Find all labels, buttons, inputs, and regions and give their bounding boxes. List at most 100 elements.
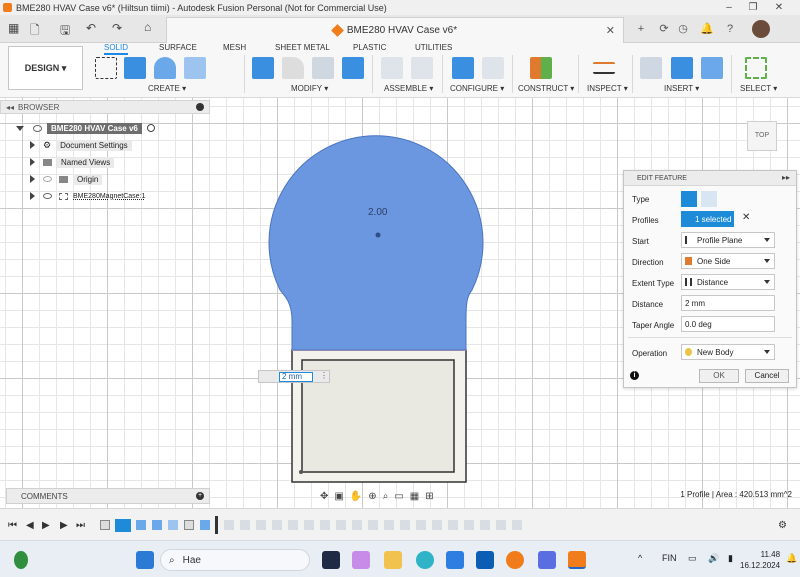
edge-icon[interactable]: [416, 551, 434, 569]
timeline-settings-icon[interactable]: ⚙: [778, 520, 787, 531]
configure-icon[interactable]: [452, 57, 474, 79]
file-menu-icon[interactable]: 🗋: [30, 21, 40, 42]
timeline-extrude-icon[interactable]: [136, 520, 146, 530]
pan-icon[interactable]: ✋: [350, 491, 362, 502]
info-icon[interactable]: i: [630, 371, 639, 380]
expand-chevron-icon[interactable]: [30, 141, 35, 149]
first-step-icon[interactable]: ⏮: [8, 520, 17, 531]
browser-item-named-views[interactable]: Named Views: [30, 155, 115, 169]
visibility-eye-icon[interactable]: [33, 124, 42, 132]
new-tab-icon[interactable]: +: [634, 22, 648, 36]
home-icon[interactable]: ⌂: [144, 20, 151, 34]
taskbar-search[interactable]: ⌕ Hae: [160, 549, 310, 571]
previous-step-icon[interactable]: ◀: [26, 520, 34, 531]
type-thin-icon[interactable]: [701, 191, 717, 207]
browser-item-origin[interactable]: Origin: [30, 172, 103, 186]
play-icon[interactable]: ▶: [42, 520, 50, 531]
outlook-icon[interactable]: [476, 551, 494, 569]
select-icon[interactable]: [745, 57, 767, 79]
joint-icon[interactable]: [411, 57, 433, 79]
clock[interactable]: 11.48 16.12.2024: [740, 549, 780, 571]
sketch-dimension[interactable]: 2.00: [368, 207, 387, 218]
profiles-selection[interactable]: 1 selected: [681, 211, 734, 227]
shell-icon[interactable]: [312, 57, 334, 79]
copilot-icon[interactable]: [352, 551, 370, 569]
expand-chevron-icon[interactable]: [30, 158, 35, 166]
modify-menu[interactable]: MODIFY ▾: [291, 84, 328, 93]
new-component-icon[interactable]: [381, 57, 403, 79]
press-pull-icon[interactable]: [252, 57, 274, 79]
taper-angle-field[interactable]: 0.0 deg: [681, 316, 775, 332]
timeline-extrude-icon[interactable]: [200, 520, 210, 530]
zoom-icon[interactable]: ⊕: [368, 491, 376, 502]
browser-header[interactable]: ◂◂ BROWSER: [0, 100, 210, 114]
inspect-menu[interactable]: INSPECT ▾: [587, 84, 628, 93]
tab-utilities[interactable]: UTILITIES: [415, 43, 452, 52]
visibility-eye-icon[interactable]: [43, 176, 52, 182]
timeline-extrude-icon[interactable]: [152, 520, 162, 530]
combine-icon[interactable]: [342, 57, 364, 79]
tab-surface[interactable]: SURFACE: [159, 43, 197, 52]
construct-menu[interactable]: CONSTRUCT ▾: [518, 84, 574, 93]
insert-derive-icon[interactable]: [640, 57, 662, 79]
offset-plane-icon[interactable]: [530, 57, 552, 79]
viewcube[interactable]: TOP: [747, 121, 777, 151]
tab-solid[interactable]: SOLID: [104, 43, 129, 55]
direction-dropdown[interactable]: One Side: [681, 253, 775, 269]
browser-item-document-settings[interactable]: ⚙ Document Settings: [30, 138, 132, 152]
document-tab[interactable]: BME280 HVAV Case v6* ✕: [166, 17, 624, 43]
assemble-menu[interactable]: ASSEMBLE ▾: [384, 84, 433, 93]
tray-overflow-icon[interactable]: ^: [638, 553, 642, 563]
select-menu[interactable]: SELECT ▾: [740, 84, 777, 93]
expand-chevron-icon[interactable]: [16, 125, 24, 131]
visibility-eye-icon[interactable]: [43, 193, 52, 199]
config-table-icon[interactable]: [482, 57, 504, 79]
tab-mesh[interactable]: MESH: [223, 43, 246, 52]
distance-manipulator[interactable]: 2 mm ⋮: [258, 370, 330, 383]
browser-item-component[interactable]: BME280MagnetCase:1: [30, 189, 145, 203]
ok-button[interactable]: OK: [699, 369, 739, 383]
display-settings-icon[interactable]: ▭: [394, 491, 403, 502]
expand-dialog-icon[interactable]: ▸▸: [782, 173, 790, 182]
insert-mcmaster-icon[interactable]: [671, 57, 693, 79]
notifications-icon[interactable]: 🔔: [700, 22, 714, 36]
volume-icon[interactable]: 🔊: [708, 553, 719, 564]
undo-icon[interactable]: ↶: [86, 21, 96, 35]
extensions-icon[interactable]: ⟳: [657, 22, 671, 36]
add-comment-icon[interactable]: +: [196, 492, 204, 500]
selected-profile[interactable]: [268, 135, 484, 351]
user-avatar[interactable]: [752, 20, 770, 38]
minimize-button[interactable]: –: [717, 0, 741, 15]
notifications-center-icon[interactable]: 🔔: [786, 553, 797, 564]
browser-root[interactable]: BME280 HVAV Case v6: [16, 121, 155, 135]
network-icon[interactable]: ▭: [688, 553, 697, 564]
next-step-icon[interactable]: ▶: [60, 520, 68, 531]
timeline-sketch-icon[interactable]: [184, 520, 194, 530]
fit-icon[interactable]: ⌕: [383, 491, 389, 502]
last-step-icon[interactable]: ⏭: [76, 520, 85, 531]
task-view-icon[interactable]: [322, 551, 340, 569]
operation-dropdown[interactable]: New Body: [681, 344, 775, 360]
save-icon[interactable]: 🖫: [60, 21, 70, 42]
orbit-icon[interactable]: ✥: [320, 491, 328, 502]
timeline-suppressed-features[interactable]: [224, 520, 524, 530]
fillet-icon[interactable]: [282, 57, 304, 79]
timeline-shell-icon[interactable]: [168, 520, 178, 530]
start-dropdown[interactable]: Profile Plane: [681, 232, 775, 248]
comments-panel[interactable]: COMMENTS +: [6, 488, 210, 504]
create-menu[interactable]: CREATE ▾: [148, 84, 186, 93]
distance-field[interactable]: 2 mm: [681, 295, 775, 311]
clear-selection-icon[interactable]: ✕: [742, 212, 750, 223]
configure-menu[interactable]: CONFIGURE ▾: [450, 84, 504, 93]
more-options-icon[interactable]: ⋮: [320, 371, 328, 380]
job-status-icon[interactable]: ◷: [676, 22, 690, 36]
close-window-button[interactable]: ✕: [767, 0, 791, 15]
activate-radio-icon[interactable]: [146, 124, 155, 132]
extrude-icon[interactable]: [124, 57, 146, 79]
viewports-icon[interactable]: ⊞: [425, 491, 433, 502]
hole-icon[interactable]: [184, 57, 206, 79]
cancel-button[interactable]: Cancel: [745, 369, 789, 383]
app-c-icon[interactable]: [538, 551, 556, 569]
measure-icon[interactable]: [593, 62, 615, 74]
file-explorer-icon[interactable]: [384, 551, 402, 569]
